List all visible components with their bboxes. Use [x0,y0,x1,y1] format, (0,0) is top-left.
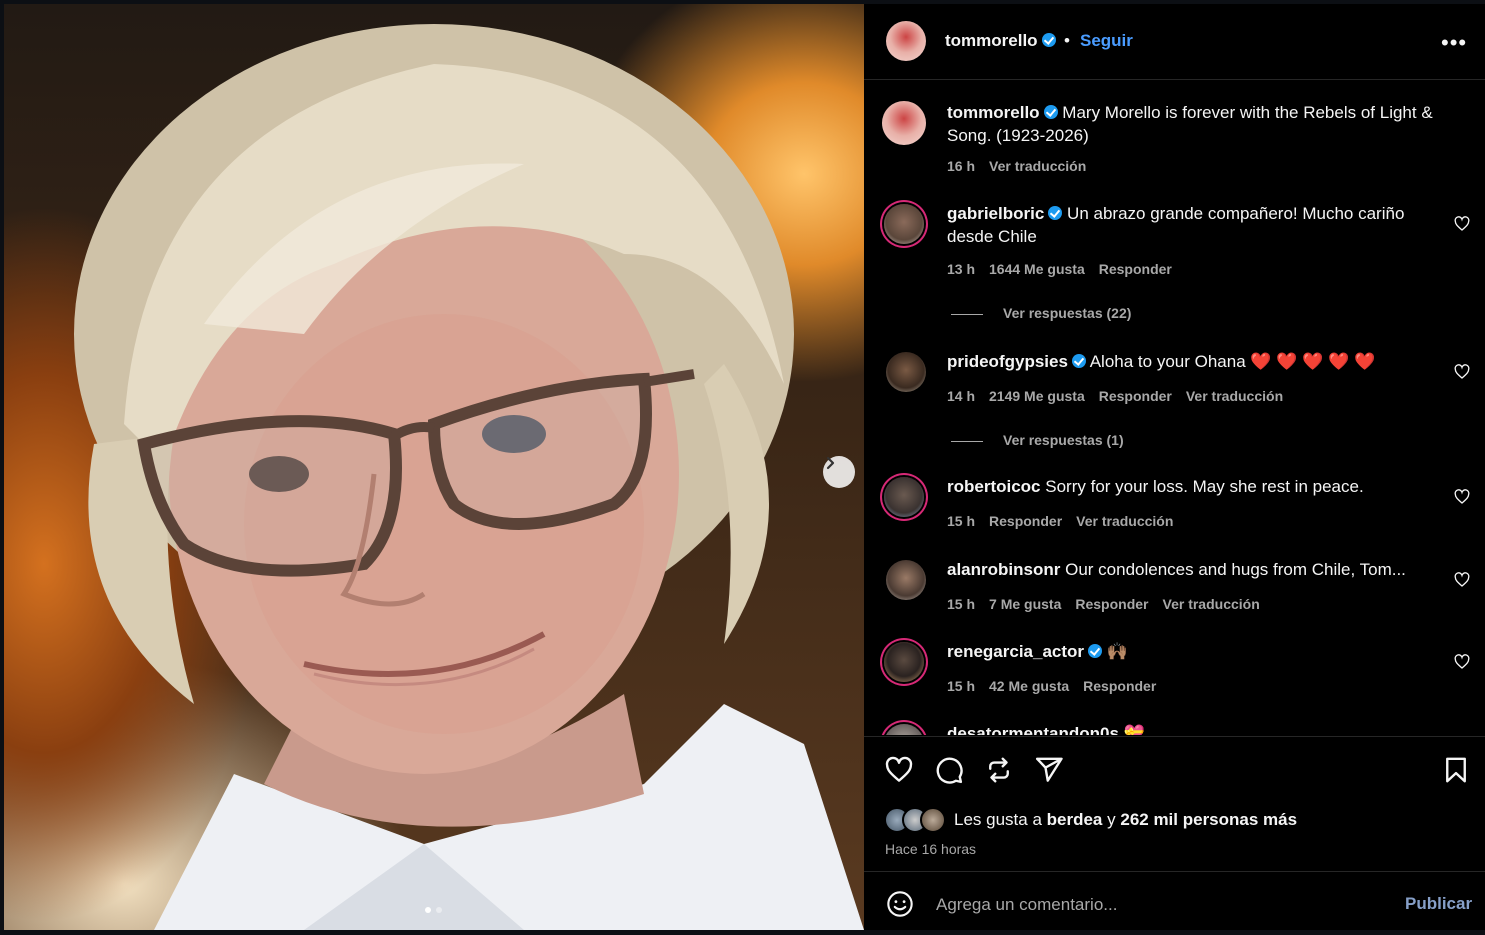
commenter-avatar[interactable] [886,352,926,392]
likes-prefix: Les gusta a [954,810,1042,829]
chevron-right-icon [826,456,835,470]
translate-link[interactable]: Ver traducción [1186,388,1283,404]
comment-likes[interactable]: 7 Me gusta [989,596,1061,612]
likes-count[interactable]: 262 mil personas más [1120,810,1297,829]
like-comment-heart-icon[interactable] [1454,489,1470,505]
commenter-avatar[interactable] [884,477,924,517]
post-side-panel: tommorello • Seguir ••• tommorello Mary … [864,4,1485,930]
comment-meta: 13 h 1644 Me gusta Responder [947,261,1186,277]
reply-button[interactable]: Responder [1075,596,1148,612]
comment-text-block: renegarcia_actor 🙌🏽 [947,640,1447,663]
comment-time: 15 h [947,513,976,529]
post-photo [4,4,864,930]
more-options-button[interactable]: ••• [1441,30,1467,56]
comment-meta: 14 h 2149 Me gusta Responder Ver traducción [947,388,1297,404]
commenter-avatar[interactable] [886,560,926,600]
like-heart-icon[interactable] [884,755,914,785]
comment-text-block: robertoicoc Sorry for your loss. May she… [947,475,1447,498]
reply-button[interactable]: Responder [1099,388,1172,404]
translate-link[interactable]: Ver traducción [1163,596,1260,612]
comment-time: 15 h [947,596,976,612]
next-photo-button[interactable] [823,456,855,488]
comment-heart-emojis: ❤️ ❤️ ❤️ ❤️ ❤️ [1250,352,1376,371]
post-time: Hace 16 horas [885,841,977,857]
caption-text-block: tommorello Mary Morello is forever with … [947,101,1447,147]
comment-username[interactable]: desatormentandon0s [947,724,1119,735]
reply-button[interactable]: Responder [989,513,1062,529]
comment-text-block: gabrielboric Un abrazo grande compañero!… [947,202,1447,248]
comment-input[interactable] [934,890,1358,920]
carousel-dot-2 [436,907,442,913]
comment-time: 15 h [947,678,976,694]
comment-icon[interactable] [934,755,964,785]
verified-badge-icon [1048,206,1063,220]
post-header: tommorello • Seguir ••• [864,4,1485,80]
liker-avatar [920,807,946,833]
translate-link[interactable]: Ver traducción [1076,513,1173,529]
comment-text: Our condolences and hugs from Chile, Tom… [1065,560,1406,579]
author-avatar[interactable] [886,21,926,61]
comment-text: 💝 [1123,724,1145,735]
caption-username[interactable]: tommorello [947,103,1040,122]
emoji-icon[interactable] [886,890,914,918]
separator-dot: • [1064,31,1070,50]
comment-username[interactable]: prideofgypsies [947,352,1068,371]
comment-text: Sorry for your loss. May she rest in pea… [1045,477,1364,496]
comment-text: Aloha to your Ohana [1089,352,1246,371]
repost-icon[interactable] [984,755,1014,785]
carousel-indicator [425,907,442,913]
reply-button[interactable]: Responder [1083,678,1156,694]
comment-likes[interactable]: 2149 Me gusta [989,388,1085,404]
verified-badge-icon [1043,105,1058,119]
bookmark-icon[interactable] [1441,755,1471,785]
comment-meta: 15 h 7 Me gusta Responder Ver traducción [947,596,1274,612]
comment-meta: 15 h Responder Ver traducción [947,513,1187,529]
likes-summary[interactable]: Les gusta a berdea y 262 mil personas má… [884,807,1297,833]
verified-badge-icon [1041,33,1056,47]
caption-time: 16 h [947,158,976,174]
portrait-image [74,24,864,930]
caption-translate-link[interactable]: Ver traducción [989,158,1086,174]
comment-time: 13 h [947,261,976,277]
view-replies-link[interactable]: Ver respuestas (22) [951,305,1131,321]
comment-composer: Publicar [864,871,1485,935]
like-comment-heart-icon[interactable] [1454,572,1470,588]
reply-button[interactable]: Responder [1099,261,1172,277]
liker-username[interactable]: berdea [1047,810,1103,829]
commenter-avatar[interactable] [884,204,924,244]
comment-text-block: alanrobinsonr Our condolences and hugs f… [947,558,1427,581]
comment-username[interactable]: renegarcia_actor [947,642,1084,661]
comment-time: 14 h [947,388,976,404]
comment-text-block: desatormentandon0s 💝 [947,722,1447,735]
verified-badge-icon [1088,644,1103,658]
like-comment-heart-icon[interactable] [1454,364,1470,380]
comment-likes[interactable]: 1644 Me gusta [989,261,1085,277]
author-username[interactable]: tommorello [945,31,1056,51]
view-replies-link[interactable]: Ver respuestas (1) [951,432,1124,448]
commenter-avatar[interactable] [884,642,924,682]
post-actions: Les gusta a berdea y 262 mil personas má… [864,736,1485,872]
comment-meta: 15 h 42 Me gusta Responder [947,678,1170,694]
verified-badge-icon [1071,354,1086,368]
commenter-avatar[interactable] [884,724,924,735]
share-icon[interactable] [1034,755,1064,785]
follow-button[interactable]: Seguir [1080,31,1133,51]
comment-text: 🙌🏽 [1106,642,1128,661]
like-comment-heart-icon[interactable] [1454,654,1470,670]
like-comment-heart-icon[interactable] [1454,216,1470,232]
comment-text-block: prideofgypsies Aloha to your Ohana ❤️ ❤️… [947,350,1447,373]
comment-username[interactable]: alanrobinsonr [947,560,1060,579]
author-username-text[interactable]: tommorello [945,31,1038,50]
likes-joiner: y [1107,810,1116,829]
caption-meta: 16 h Ver traducción [947,158,1100,174]
comment-username[interactable]: gabrielboric [947,204,1044,223]
likes-text: Les gusta a berdea y 262 mil personas má… [954,810,1297,830]
caption-avatar[interactable] [882,101,926,145]
comments-list[interactable]: tommorello Mary Morello is forever with … [864,80,1485,735]
comment-username[interactable]: robertoicoc [947,477,1041,496]
comment-likes[interactable]: 42 Me gusta [989,678,1069,694]
carousel-dot-1 [425,907,431,913]
publish-button[interactable]: Publicar [1405,894,1472,914]
